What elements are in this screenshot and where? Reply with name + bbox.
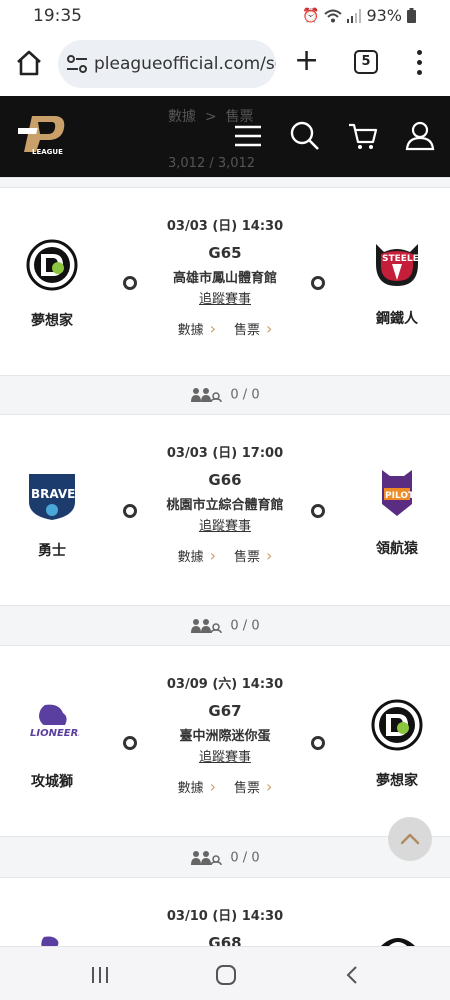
away-score <box>311 736 325 750</box>
pilots-logo: PILOTS <box>382 470 421 516</box>
ghost-attendance: 3,012 / 3,012 <box>168 156 256 171</box>
dreamers-logo <box>381 938 415 946</box>
tickets-link[interactable]: 售票 › <box>234 777 272 796</box>
scroll-to-top-button[interactable] <box>388 817 432 861</box>
track-game-link[interactable]: 追蹤賽事 <box>199 288 251 307</box>
svg-text:STEELERS: STEELERS <box>382 254 424 264</box>
chevron-up-icon <box>400 833 420 845</box>
battery-icon <box>407 8 416 23</box>
game-info: 03/10 (日) 14:30 G68 <box>140 905 310 946</box>
people-icon <box>191 851 223 866</box>
home-score <box>123 736 137 750</box>
wifi-icon <box>324 9 343 22</box>
steelers-logo: STEELERS <box>376 244 432 286</box>
attendance: 0 / 0 <box>0 387 450 403</box>
away-team-name: 夢想家 <box>376 773 418 789</box>
game-number: G67 <box>208 702 242 720</box>
hamburger-menu-icon[interactable] <box>232 120 264 152</box>
section-separator <box>0 177 450 188</box>
stats-link[interactable]: 數據 › <box>178 319 216 338</box>
home-icon[interactable] <box>14 48 44 78</box>
game-venue: 桃園市立綜合體育館 <box>166 498 284 513</box>
cart-icon[interactable] <box>347 120 379 152</box>
game-date: 03/10 (日) 14:30 <box>166 909 284 924</box>
status-bar: 19:35 ⏰ 93% <box>0 0 450 34</box>
game-date: 03/09 (六) 14:30 <box>166 677 284 692</box>
stats-link[interactable]: 數據 › <box>178 777 216 796</box>
system-nav-bar <box>0 946 450 1000</box>
search-icon[interactable] <box>289 120 321 152</box>
away-score <box>311 504 325 518</box>
tickets-link[interactable]: 售票 › <box>234 546 272 565</box>
tickets-link[interactable]: 售票 › <box>234 319 272 338</box>
game-venue: 臺中洲際迷你蛋 <box>179 729 271 744</box>
browser-toolbar: pleagueofficial.com/scl + 5 <box>0 34 450 96</box>
home-team-name: 攻城獅 <box>31 774 73 790</box>
away-team-name: 領航猿 <box>376 541 418 557</box>
alarm-icon: ⏰ <box>302 7 320 24</box>
battery-percent: 93% <box>366 6 402 25</box>
site-header: 數據 > 售票 3,012 / 3,012 LEAGUE <box>0 96 450 177</box>
lioneers-logo: LIONEERS <box>29 704 86 739</box>
game-date: 03/03 (日) 14:30 <box>166 219 284 234</box>
home-team-name: 勇士 <box>38 543 66 559</box>
home-team[interactable]: LIONEERS 攻城獅 <box>7 699 97 791</box>
people-icon <box>191 619 223 634</box>
pleague-logo[interactable]: LEAGUE <box>18 112 68 156</box>
attendance: 0 / 0 <box>0 850 450 866</box>
svg-text:LEAGUE: LEAGUE <box>32 148 63 156</box>
home-team[interactable]: BRAVES 勇士 <box>7 468 97 560</box>
track-game-link[interactable]: 追蹤賽事 <box>199 515 251 534</box>
game-number: G68 <box>208 934 242 946</box>
game-number: G66 <box>208 471 242 489</box>
stats-link[interactable]: 數據 › <box>178 546 216 565</box>
away-team[interactable]: PILOTS 領航猿 <box>352 466 442 558</box>
game-number: G65 <box>208 244 242 262</box>
home-nav-icon[interactable] <box>215 964 237 986</box>
svg-text:LIONEERS: LIONEERS <box>30 728 79 739</box>
home-team[interactable]: 夢想家 <box>7 238 97 330</box>
signal-icon <box>347 8 362 23</box>
game-info: 03/09 (六) 14:30 G67 臺中洲際迷你蛋 追蹤賽事 數據 › 售票 › <box>140 673 310 796</box>
game-card: LIONEERS 攻城獅 03/09 (六) 14:30 G67 臺中洲際迷你蛋… <box>0 647 450 835</box>
status-time: 19:35 <box>33 6 82 26</box>
track-game-link[interactable]: 追蹤賽事 <box>199 746 251 765</box>
game-venue: 高雄市鳳山體育館 <box>172 271 277 286</box>
game-card: 夢想家 03/03 (日) 14:30 G65 高雄市鳳山體育館 追蹤賽事 數據… <box>0 188 450 376</box>
home-team-name: 夢想家 <box>31 313 73 329</box>
dreamers-logo <box>26 239 78 291</box>
svg-text:PILOTS: PILOTS <box>385 491 421 501</box>
back-icon[interactable] <box>342 964 362 986</box>
more-menu-icon[interactable] <box>414 48 424 78</box>
away-score <box>311 276 325 290</box>
lioneers-logo <box>41 936 59 946</box>
away-team[interactable]: 夢想家 <box>352 698 442 790</box>
new-tab-icon[interactable]: + <box>294 46 319 76</box>
url-text: pleagueofficial.com/scl <box>94 54 276 74</box>
status-icons: ⏰ 93% <box>302 6 416 25</box>
account-icon[interactable] <box>404 120 436 152</box>
tab-switcher-button[interactable]: 5 <box>354 50 378 74</box>
home-score <box>123 276 137 290</box>
away-team-name: 鋼鐵人 <box>376 311 418 327</box>
people-icon <box>191 388 223 403</box>
svg-text:BRAVES: BRAVES <box>31 487 79 501</box>
recent-apps-icon[interactable] <box>90 965 110 985</box>
dreamers-logo <box>371 699 423 751</box>
away-team[interactable]: STEELERS 鋼鐵人 <box>352 236 442 328</box>
address-bar[interactable]: pleagueofficial.com/scl <box>58 40 276 88</box>
game-card: 03/10 (日) 14:30 G68 <box>0 879 450 946</box>
site-settings-icon[interactable] <box>66 54 88 74</box>
game-info: 03/03 (日) 14:30 G65 高雄市鳳山體育館 追蹤賽事 數據 › 售票… <box>140 215 310 338</box>
game-card: BRAVES 勇士 03/03 (日) 17:00 G66 桃園市立綜合體育館 … <box>0 416 450 604</box>
home-score <box>123 504 137 518</box>
game-date: 03/03 (日) 17:00 <box>166 446 284 461</box>
game-info: 03/03 (日) 17:00 G66 桃園市立綜合體育館 追蹤賽事 數據 › 售… <box>140 442 310 565</box>
braves-logo: BRAVES <box>29 474 84 520</box>
attendance: 0 / 0 <box>0 618 450 634</box>
